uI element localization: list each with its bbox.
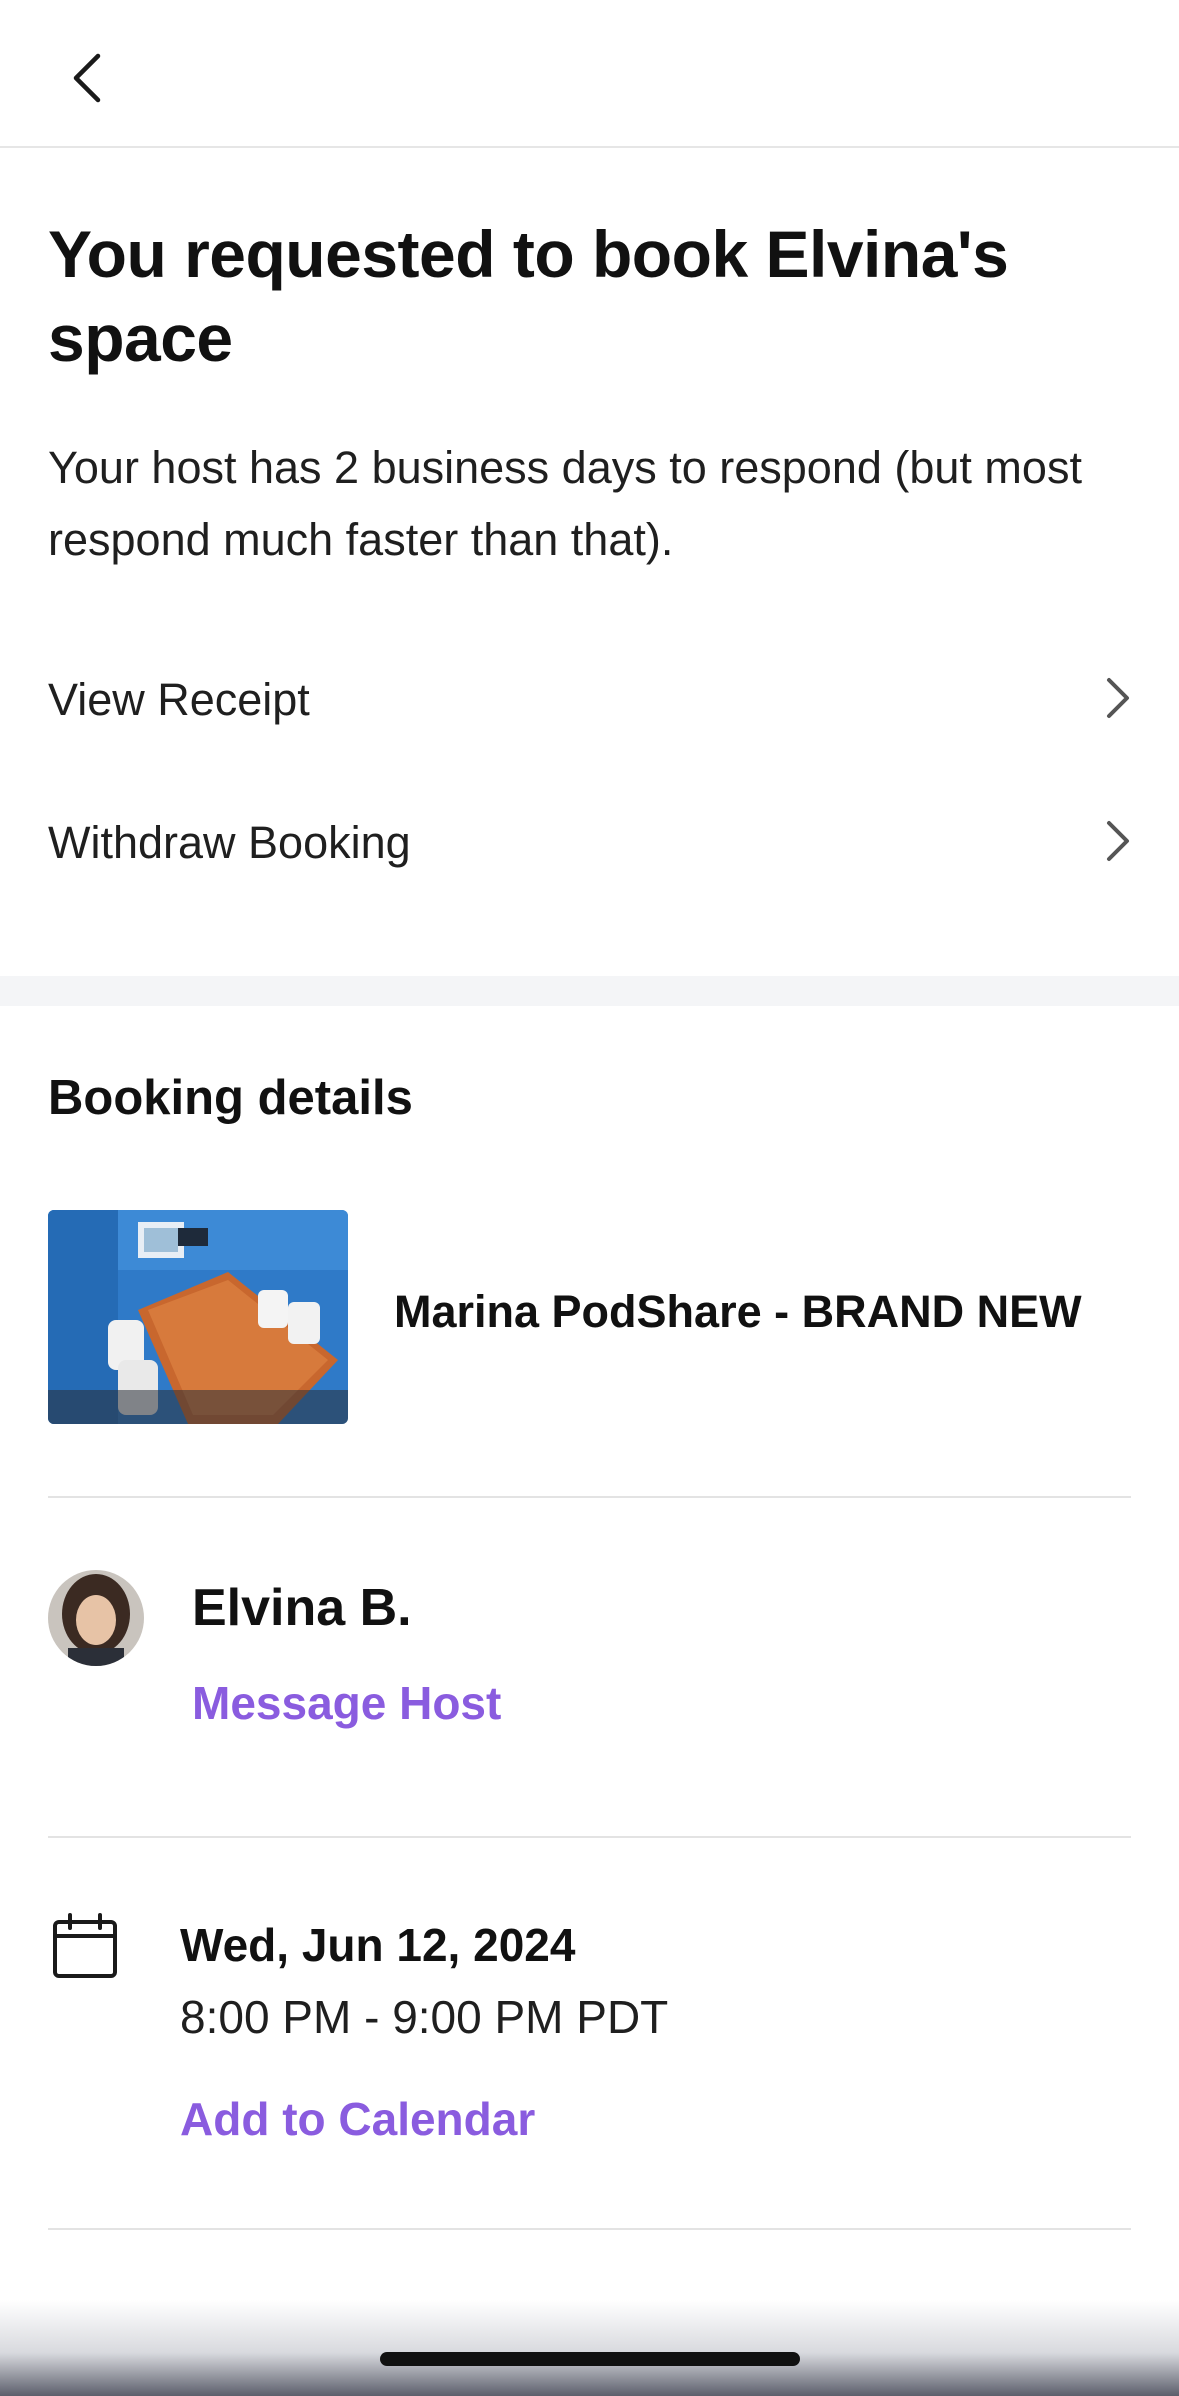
divider	[48, 1496, 1131, 1498]
view-receipt-row[interactable]: View Receipt	[48, 650, 1131, 750]
booking-date: Wed, Jun 12, 2024	[180, 1919, 576, 1971]
view-receipt-label: View Receipt	[48, 674, 310, 725]
space-thumbnail[interactable]	[48, 1210, 348, 1424]
divider	[48, 1836, 1131, 1838]
chevron-right-icon	[1103, 676, 1131, 725]
conference-room-photo	[48, 1210, 348, 1424]
booking-details-title: Booking details	[48, 1071, 413, 1125]
host-avatar[interactable]	[48, 1570, 144, 1666]
section-divider	[0, 976, 1179, 1006]
add-to-calendar-link[interactable]: Add to Calendar	[180, 2092, 535, 2146]
divider	[48, 2228, 1131, 2230]
top-navigation-bar	[0, 0, 1179, 148]
response-time-note: Your host has 2 business days to respond…	[48, 442, 1082, 565]
chevron-left-icon	[68, 50, 108, 111]
space-name[interactable]: Marina PodShare - BRAND NEW	[394, 1286, 1082, 1338]
calendar-icon	[50, 1912, 120, 1982]
page-title: You requested to book Elvina's space	[48, 217, 1009, 375]
withdraw-booking-label: Withdraw Booking	[48, 817, 411, 868]
booking-time: 8:00 PM - 9:00 PM PDT	[180, 1991, 669, 2043]
home-indicator[interactable]	[380, 2352, 800, 2366]
chevron-right-icon	[1103, 819, 1131, 868]
bottom-fade	[0, 2300, 1179, 2396]
message-host-link[interactable]: Message Host	[192, 1676, 501, 1730]
withdraw-booking-row[interactable]: Withdraw Booking	[48, 793, 1131, 893]
host-name: Elvina B.	[192, 1579, 412, 1637]
back-button[interactable]	[52, 44, 124, 116]
